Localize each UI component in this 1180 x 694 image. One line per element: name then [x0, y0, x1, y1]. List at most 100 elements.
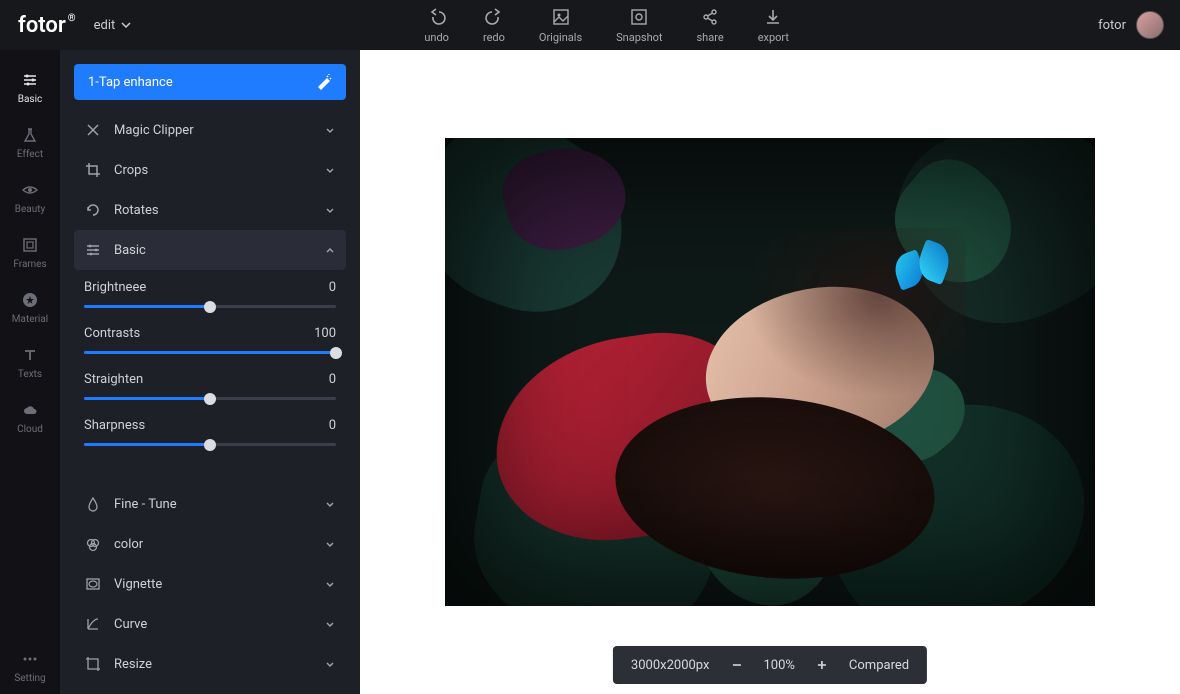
user-area: fotor: [1082, 11, 1180, 39]
download-icon: [763, 7, 783, 27]
undo-button[interactable]: undo: [424, 7, 449, 44]
zoom-bar: 3000x2000px 100% Compared: [613, 646, 927, 684]
one-tap-enhance-button[interactable]: 1-Tap enhance: [74, 64, 346, 100]
slider-straighten[interactable]: Straighten 0: [84, 372, 336, 400]
nav-cloud[interactable]: Cloud: [0, 390, 60, 445]
straighten-track[interactable]: [84, 397, 336, 400]
brand-logo: fotor®: [0, 13, 94, 38]
zoom-level: 100%: [763, 658, 794, 673]
compared-button[interactable]: Compared: [849, 658, 909, 673]
share-button[interactable]: share: [697, 7, 724, 44]
eye-icon: [20, 180, 40, 200]
mode-dropdown[interactable]: edit: [94, 18, 132, 33]
nav-beauty[interactable]: Beauty: [0, 170, 60, 225]
nav-texts[interactable]: Texts: [0, 335, 60, 390]
image-icon: [551, 7, 571, 27]
slider-thumb[interactable]: [204, 439, 216, 451]
share-label: share: [697, 31, 724, 44]
scissors-icon: [84, 122, 102, 138]
row-curve[interactable]: Curve: [74, 604, 346, 644]
zoom-in-button[interactable]: [813, 656, 831, 674]
sharpness-label: Sharpness: [84, 418, 145, 433]
canvas-area: 3000x2000px 100% Compared: [360, 50, 1180, 694]
nav-frames[interactable]: Frames: [0, 225, 60, 280]
slider-brightness[interactable]: Brightneee 0: [84, 280, 336, 308]
snapshot-button[interactable]: Snapshot: [616, 7, 662, 44]
resize-label: Resize: [114, 657, 324, 672]
crops-label: Crops: [114, 163, 324, 178]
nav-material[interactable]: Material: [0, 280, 60, 335]
export-button[interactable]: export: [758, 7, 789, 44]
row-color[interactable]: color: [74, 524, 346, 564]
text-icon: [20, 345, 40, 365]
image-preview[interactable]: [445, 138, 1095, 606]
row-resize[interactable]: Resize: [74, 644, 346, 684]
droplet-icon: [84, 496, 102, 512]
nav-frames-label: Frames: [13, 259, 46, 270]
zoom-out-button[interactable]: [727, 656, 745, 674]
straighten-label: Straighten: [84, 372, 143, 387]
header-toolbar: undo redo Originals Snapshot share expor…: [131, 7, 1082, 44]
redo-label: redo: [483, 31, 505, 44]
vignette-label: Vignette: [114, 577, 324, 592]
frame-icon: [20, 235, 40, 255]
nav-setting-label: Setting: [14, 673, 45, 684]
flask-icon: [20, 125, 40, 145]
slider-contrasts[interactable]: Contrasts 100: [84, 326, 336, 354]
user-name: fotor: [1098, 18, 1126, 33]
share-icon: [700, 7, 720, 27]
sharpness-track[interactable]: [84, 443, 336, 446]
dots-icon: [20, 649, 40, 669]
slider-thumb[interactable]: [204, 301, 216, 313]
app-header: fotor® edit undo redo Originals Snapshot: [0, 0, 1180, 50]
row-basic[interactable]: Basic: [74, 230, 346, 270]
rotates-label: Rotates: [114, 203, 324, 218]
nav-effect-label: Effect: [17, 149, 43, 160]
originals-label: Originals: [539, 31, 582, 44]
resize-icon: [84, 656, 102, 672]
magic-clipper-label: Magic Clipper: [114, 123, 324, 138]
wand-icon: [316, 74, 332, 90]
row-magic-clipper[interactable]: Magic Clipper: [74, 110, 346, 150]
chevron-down-icon: [324, 124, 336, 136]
row-fine-tune[interactable]: Fine - Tune: [74, 484, 346, 524]
adjustments-panel: 1-Tap enhance Magic Clipper Crops Rotate…: [60, 50, 360, 694]
basic-row-label: Basic: [114, 243, 324, 258]
slider-sharpness[interactable]: Sharpness 0: [84, 418, 336, 446]
row-vignette[interactable]: Vignette: [74, 564, 346, 604]
undo-icon: [427, 7, 447, 27]
brightness-track[interactable]: [84, 305, 336, 308]
contrasts-value: 100: [314, 326, 336, 341]
nav-basic[interactable]: Basic: [0, 60, 60, 115]
chevron-down-icon: [324, 164, 336, 176]
sharpness-value: 0: [329, 418, 336, 433]
nav-texts-label: Texts: [18, 369, 42, 380]
nav-basic-label: Basic: [18, 94, 43, 105]
chevron-down-icon: [324, 538, 336, 550]
chevron-down-icon: [324, 658, 336, 670]
row-rotates[interactable]: Rotates: [74, 190, 346, 230]
vignette-icon: [84, 576, 102, 592]
chevron-down-icon: [324, 578, 336, 590]
avatar[interactable]: [1136, 11, 1164, 39]
image-dimensions: 3000x2000px: [631, 658, 710, 673]
sliders-icon: [84, 242, 102, 258]
slider-thumb[interactable]: [330, 347, 342, 359]
nav-setting[interactable]: Setting: [0, 639, 60, 694]
straighten-value: 0: [329, 372, 336, 387]
slider-thumb[interactable]: [204, 393, 216, 405]
originals-button[interactable]: Originals: [539, 7, 582, 44]
star-circle-icon: [20, 290, 40, 310]
cloud-icon: [20, 400, 40, 420]
undo-label: undo: [424, 31, 449, 44]
contrasts-track[interactable]: [84, 351, 336, 354]
basic-sliders: Brightneee 0 Contrasts 100 Straighten: [74, 270, 346, 484]
enhance-label: 1-Tap enhance: [88, 75, 173, 90]
row-crops[interactable]: Crops: [74, 150, 346, 190]
nav-effect[interactable]: Effect: [0, 115, 60, 170]
redo-button[interactable]: redo: [483, 7, 505, 44]
chevron-down-icon: [324, 498, 336, 510]
rotate-icon: [84, 202, 102, 218]
snapshot-label: Snapshot: [616, 31, 662, 44]
fine-tune-label: Fine - Tune: [114, 497, 324, 512]
